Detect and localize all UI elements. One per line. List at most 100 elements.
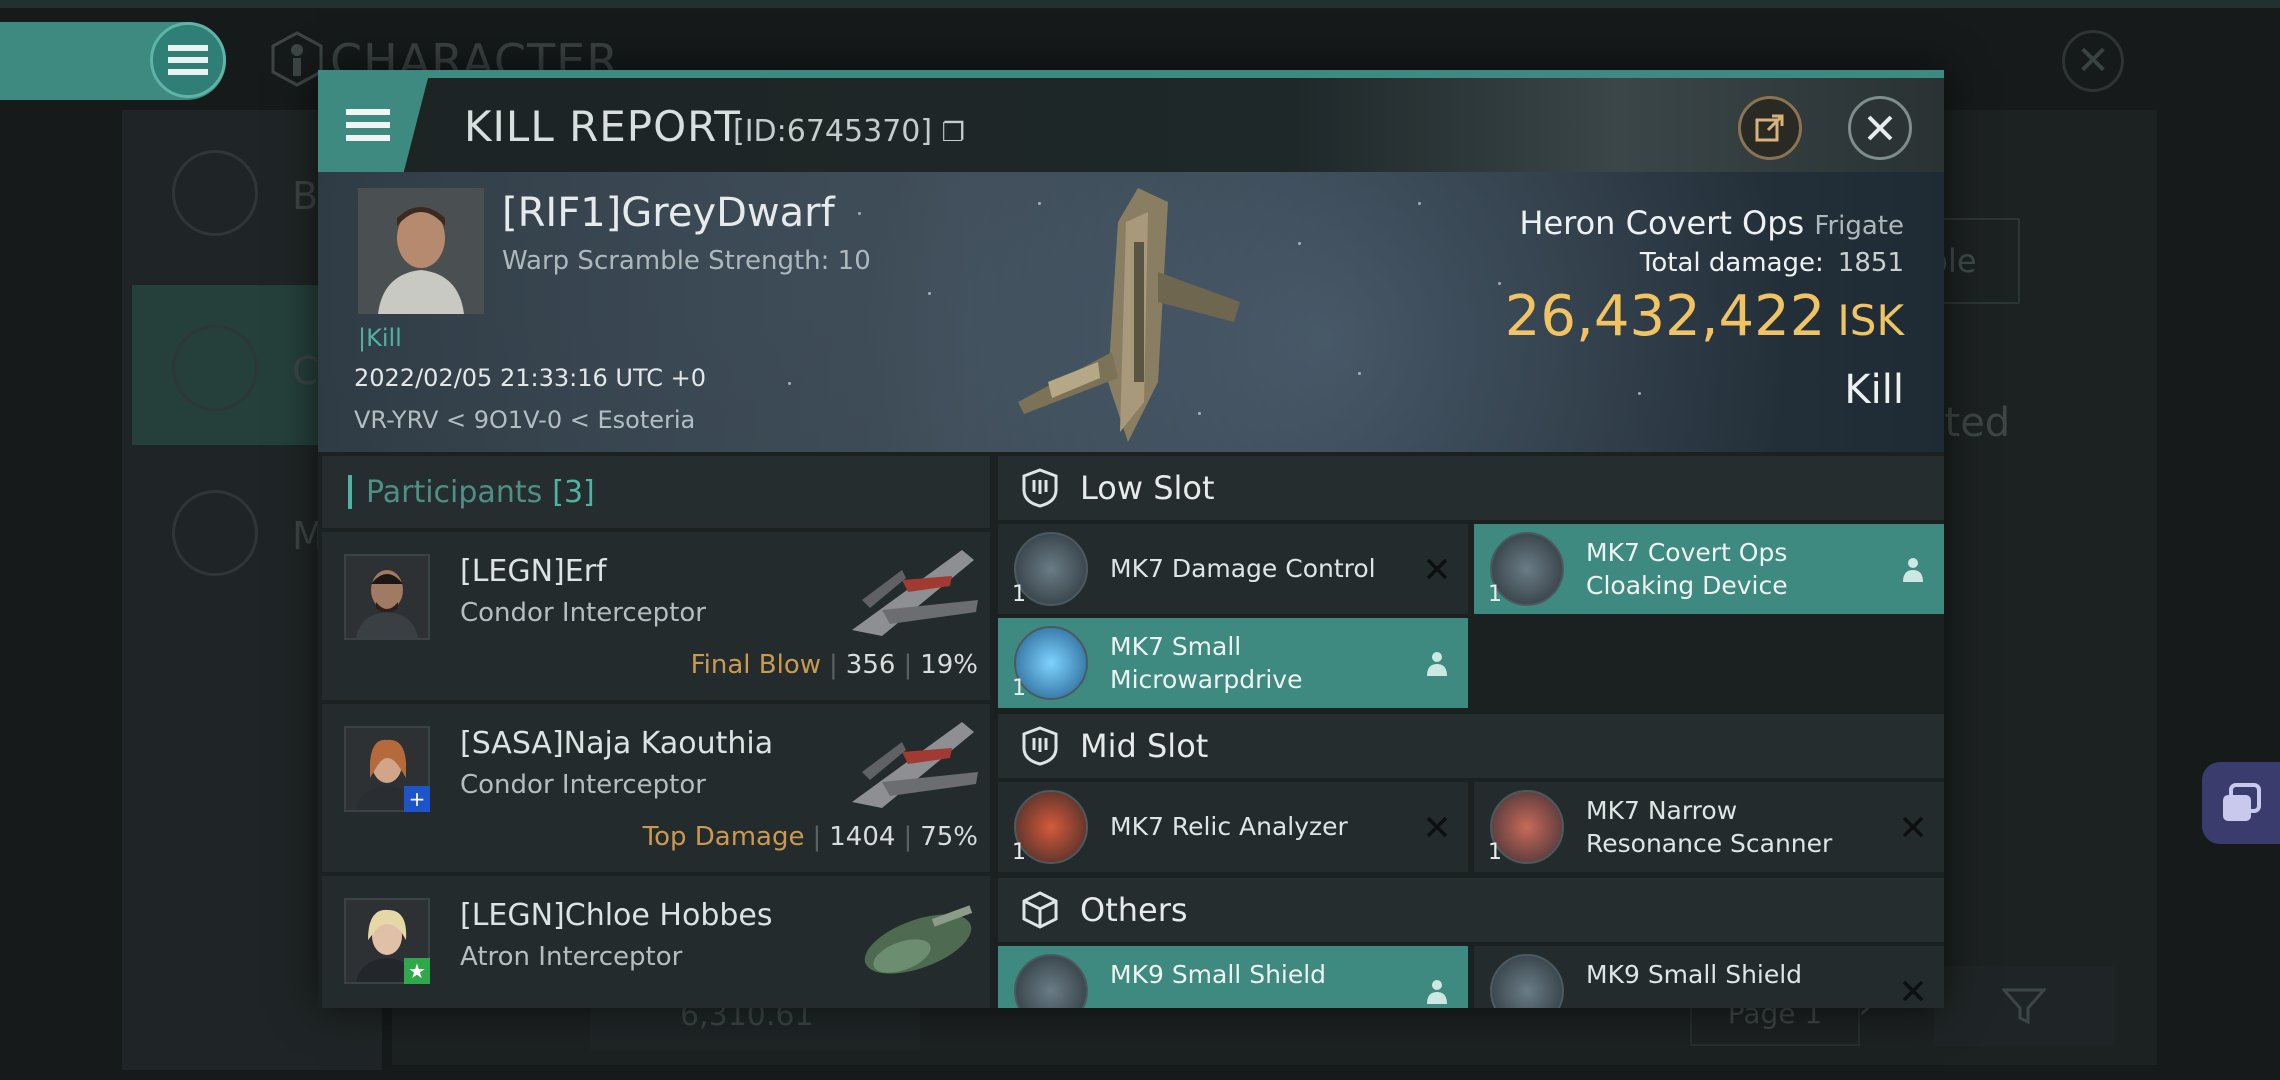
participants-panel[interactable]: Participants [3] [LEGN]Erf Condor Interc… [322,456,990,1008]
pilot-avatar [358,188,484,314]
victim-ship-image [1018,188,1240,442]
participants-count: [3] [552,474,595,510]
participant-stats: Top Damage | 1404 | 75% [642,822,978,852]
kill-date: 2022/02/05 21:33:16 UTC +0 [354,364,706,392]
list-icon [172,150,258,236]
module-item[interactable]: MK9 Small Shield [998,946,1468,1008]
report-id-text: [ID:6745370] [733,114,933,149]
module-item[interactable]: 1 MK7 Small Microwarpdrive [998,618,1468,708]
participant-name[interactable]: [SASA]Naja Kaouthia [460,726,773,761]
ship-line: Heron Covert Ops Frigate [1505,204,1904,242]
low-slot-header: Low Slot [998,456,1944,520]
filter-button[interactable] [1934,966,2114,1046]
module-name: MK7 Covert Ops Cloaking Device [1586,538,1788,600]
dropped-person-icon [1422,976,1452,1006]
star-badge-icon: ★ [404,958,430,984]
low-slot-label: Low Slot [1080,469,1215,507]
participants-header: Participants [3] [322,456,990,528]
shield-slot-icon [1022,468,1058,508]
module-item[interactable]: 1 MK7 Damage Control [998,524,1468,614]
destroyed-icon [1898,976,1928,1006]
background-close-button[interactable]: ✕ [2062,30,2124,92]
kill-location[interactable]: VR-YRV < 9O1V-0 < Esoteria [354,406,695,434]
modal-header: KILL REPORT [ID:6745370] ❐ [318,78,1944,172]
module-quantity: 1 [1012,676,1026,701]
module-item[interactable]: MK9 Small Shield [1474,946,1944,1008]
participant-row[interactable]: ★ [LEGN]Chloe Hobbes Atron Interceptor [322,876,990,1008]
module-quantity: 1 [1012,582,1026,607]
participant-name[interactable]: [LEGN]Erf [460,554,607,589]
star-icon [172,490,258,576]
total-damage: Total damage: 1851 [1505,248,1904,278]
close-button[interactable] [1848,96,1912,160]
share-icon [1755,114,1784,142]
fitting-slots-panel[interactable]: Low Slot 1 MK7 Damage Control 1 MK7 Cove… [998,456,1944,1008]
windows-icon [2223,783,2261,821]
isk-value: 26,432,422 ISK [1505,284,1904,349]
victim-name[interactable]: [RIF1]GreyDwarf [502,190,835,236]
destroyed-icon [1422,812,1452,842]
menu-button[interactable] [150,22,226,98]
participant-damage: 1404 [829,822,896,852]
participant-avatar[interactable] [344,554,430,640]
participant-row[interactable]: + [SASA]Naja Kaouthia Condor Interceptor… [322,704,990,872]
destroyed-icon [1422,554,1452,584]
hamburger-icon [346,109,390,141]
shield-extender-icon [1490,954,1564,1008]
victim-summary: Heron Covert Ops Frigate Total damage: 18… [1505,204,1904,413]
isk-amount: 26,432,422 [1504,284,1826,349]
accent-bar [348,475,352,509]
participant-percent: 19% [920,650,978,680]
participant-ship-image [852,550,978,636]
participant-avatar[interactable]: + [344,726,430,812]
mid-slot-header: Mid Slot [998,714,1944,778]
participant-stats: Final Blow | 356 | 19% [690,650,978,680]
crossed-swords-icon [172,325,258,411]
close-icon [1867,115,1893,141]
kill-tag-label: Kill [366,324,402,352]
module-name: MK9 Small Shield [1110,960,1327,989]
participant-ship: Condor Interceptor [460,598,706,628]
module-item[interactable]: 1 MK7 Covert Ops Cloaking Device [1474,524,1944,614]
victim-portrait[interactable] [358,188,484,314]
kill-report-modal: KILL REPORT [ID:6745370] ❐ [RIF1]GreyDwa… [318,70,1944,1008]
participant-ship-image [864,905,973,974]
module-quantity: 1 [1488,840,1502,865]
cube-icon [1022,891,1058,929]
report-id[interactable]: [ID:6745370] ❐ [733,114,965,149]
plus-badge-icon: + [404,786,430,812]
others-header: Others [998,878,1944,942]
dropped-person-icon [1898,554,1928,584]
others-label: Others [1080,891,1188,929]
participant-tag: Final Blow [690,650,822,680]
participant-damage: 356 [845,650,896,680]
total-damage-label: Total damage: [1639,248,1824,278]
module-item[interactable]: 1 MK7 Relic Analyzer [998,782,1468,872]
module-name: MK7 Narrow Resonance Scanner [1586,796,1833,858]
isk-unit: ISK [1837,296,1904,345]
top-status-line [0,0,2280,8]
victim-ship-name[interactable]: Heron Covert Ops [1519,204,1804,242]
share-button[interactable] [1738,96,1802,160]
hamburger-icon [168,45,208,75]
module-name: MK7 Damage Control [1110,554,1376,583]
copy-icon[interactable]: ❐ [942,118,965,148]
participant-percent: 75% [920,822,978,852]
module-item[interactable]: 1 MK7 Narrow Resonance Scanner [1474,782,1944,872]
modal-menu-button[interactable] [318,78,428,172]
victim-ship-class: Frigate [1814,211,1904,241]
module-quantity: 1 [1488,582,1502,607]
participant-avatar[interactable]: ★ [344,898,430,984]
filter-icon [2002,988,2046,1025]
participants-label: Participants [366,474,543,510]
participant-row[interactable]: [LEGN]Erf Condor Interceptor Final Blow |… [322,532,990,700]
floating-window-button[interactable] [2202,762,2280,844]
participant-ship: Condor Interceptor [460,770,706,800]
total-damage-value: 1851 [1837,248,1904,278]
mid-slot-label: Mid Slot [1080,727,1209,765]
result-label: Kill [1844,367,1904,413]
participant-name[interactable]: [LEGN]Chloe Hobbes [460,898,773,933]
dropped-person-icon [1422,648,1452,678]
shield-slot-icon [1022,726,1058,766]
participant-ship: Atron Interceptor [460,942,683,972]
